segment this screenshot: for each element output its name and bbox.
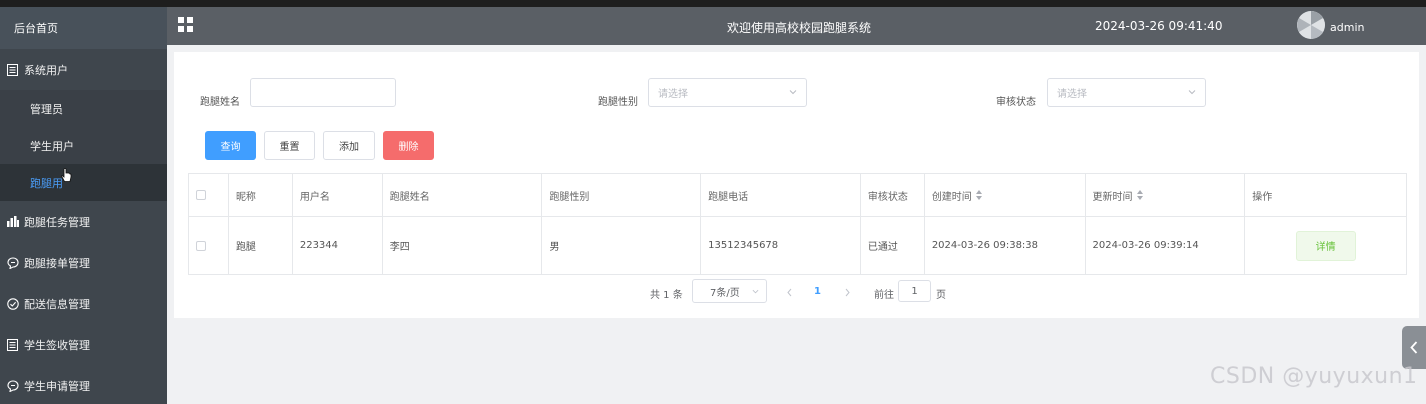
runner-gender-select[interactable]: 请选择 <box>648 78 807 107</box>
cell-username: 223344 <box>293 217 383 274</box>
table-header-row: 昵称 用户名 跑腿姓名 跑腿性别 跑腿电话 审核状态 创建时间 更新时间 操作 <box>189 174 1406 217</box>
chevron-down-icon <box>789 90 797 95</box>
page-size-select[interactable]: 7条/页 <box>692 279 767 303</box>
sidebar-item-home[interactable]: 后台首页 <box>0 7 167 49</box>
sidebar-subitem-label: 跑腿用 <box>30 176 63 190</box>
main-content: 跑腿姓名 跑腿性别 请选择 审核状态 请选择 查询 重置 添加 删除 昵称 用户… <box>167 45 1426 404</box>
bar-chart-icon <box>6 215 19 228</box>
sidebar-item-label: 跑腿任务管理 <box>24 215 90 229</box>
avatar[interactable] <box>1297 11 1325 39</box>
column-header-updated-time[interactable]: 更新时间 <box>1086 174 1246 216</box>
query-button[interactable]: 查询 <box>205 131 256 160</box>
collapse-panel-toggle[interactable] <box>1402 326 1426 369</box>
page-size-value: 7条/页 <box>710 287 740 299</box>
sidebar: 后台首页 系统用户 管理员 学生用户 跑腿用 跑腿任务管理 跑腿接单管理 配送信… <box>0 7 167 404</box>
document-icon <box>6 338 19 351</box>
goto-page-input[interactable]: 1 <box>898 280 931 302</box>
goto-label: 前往 <box>874 290 894 301</box>
username[interactable]: admin <box>1330 21 1364 34</box>
sidebar-subitem-label: 学生用户 <box>30 139 74 153</box>
review-status-select[interactable]: 请选择 <box>1047 78 1206 107</box>
column-header-label: 更新时间 <box>1092 191 1133 203</box>
reset-button[interactable]: 重置 <box>264 131 315 160</box>
grid-menu-icon[interactable] <box>178 17 193 32</box>
sidebar-subitem-admin[interactable]: 管理员 <box>0 90 167 127</box>
runner-name-filter-label: 跑腿姓名 <box>200 97 240 108</box>
cell-runner-gender: 男 <box>542 217 702 274</box>
column-header-runner-phone: 跑腿电话 <box>701 174 861 216</box>
pagination-total: 共 1 条 <box>650 290 683 301</box>
runner-list-card: 跑腿姓名 跑腿性别 请选择 审核状态 请选择 查询 重置 添加 删除 昵称 用户… <box>174 52 1419 318</box>
cell-actions: 详情 <box>1245 217 1406 274</box>
column-header-nickname: 昵称 <box>229 174 293 216</box>
sidebar-home-label: 后台首页 <box>14 22 58 35</box>
select-placeholder: 请选择 <box>1057 89 1087 100</box>
cell-runner-name: 李四 <box>383 217 543 274</box>
select-placeholder: 请选择 <box>658 89 688 100</box>
sidebar-item-label: 学生签收管理 <box>24 338 90 352</box>
cell-nickname: 跑腿 <box>229 217 293 274</box>
select-all-checkbox[interactable] <box>196 190 206 200</box>
column-header-runner-name: 跑腿姓名 <box>383 174 543 216</box>
sidebar-item-label: 系统用户 <box>24 63 68 77</box>
select-all-cell <box>189 174 229 216</box>
row-checkbox[interactable] <box>196 240 206 251</box>
column-header-review-status: 审核状态 <box>861 174 925 216</box>
sort-caret-icon[interactable] <box>1136 190 1144 200</box>
next-page-icon[interactable] <box>844 288 851 297</box>
page-title: 欢迎使用高校校园跑腿系统 <box>727 21 872 35</box>
document-icon <box>6 63 19 76</box>
sidebar-item-order-management[interactable]: 跑腿接单管理 <box>0 242 167 283</box>
sidebar-item-delivery-management[interactable]: 配送信息管理 <box>0 283 167 324</box>
column-header-label: 创建时间 <box>931 191 972 203</box>
top-header: 欢迎使用高校校园跑腿系统 2024-03-26 09:41:40 admin <box>167 7 1426 45</box>
chevron-down-icon <box>752 289 759 294</box>
column-header-runner-gender: 跑腿性别 <box>542 174 702 216</box>
current-datetime: 2024-03-26 09:41:40 <box>1095 19 1223 33</box>
chat-bubble-icon <box>6 256 19 269</box>
window-top-strip <box>0 0 1426 7</box>
cell-runner-phone: 13512345678 <box>701 217 861 274</box>
sidebar-item-label: 配送信息管理 <box>24 297 90 311</box>
chat-bubble-icon <box>6 379 19 392</box>
detail-button[interactable]: 详情 <box>1295 230 1356 261</box>
page-number-current[interactable]: 1 <box>814 286 821 297</box>
check-circle-icon <box>6 297 19 310</box>
mouse-pointer-icon <box>61 168 72 182</box>
sidebar-subitem-runner-users[interactable]: 跑腿用 <box>0 164 167 201</box>
column-header-username: 用户名 <box>293 174 383 216</box>
runner-gender-filter-label: 跑腿性别 <box>598 97 638 108</box>
sidebar-item-label: 跑腿接单管理 <box>24 256 90 270</box>
sidebar-subitem-label: 管理员 <box>30 102 63 116</box>
sidebar-item-signoff-management[interactable]: 学生签收管理 <box>0 324 167 365</box>
watermark-text: CSDN @yuyuxun1 <box>1210 364 1418 389</box>
cell-updated-time: 2024-03-26 09:39:14 <box>1086 217 1246 274</box>
column-header-created-time[interactable]: 创建时间 <box>925 174 1086 216</box>
sidebar-item-system-users[interactable]: 系统用户 <box>0 49 167 90</box>
sidebar-item-application-management[interactable]: 学生申请管理 <box>0 365 167 404</box>
delete-button[interactable]: 删除 <box>383 131 434 160</box>
chevron-down-icon <box>1188 90 1196 95</box>
sidebar-item-task-management[interactable]: 跑腿任务管理 <box>0 201 167 242</box>
sidebar-subitem-student-users[interactable]: 学生用户 <box>0 127 167 164</box>
review-status-filter-label: 审核状态 <box>996 97 1036 108</box>
add-button[interactable]: 添加 <box>323 131 375 160</box>
cell-review-status: 已通过 <box>861 217 925 274</box>
sidebar-item-label: 学生申请管理 <box>24 379 90 393</box>
prev-page-icon[interactable] <box>786 288 793 297</box>
cell-created-time: 2024-03-26 09:38:38 <box>925 217 1086 274</box>
column-header-actions: 操作 <box>1252 191 1273 203</box>
table-row: 跑腿 223344 李四 男 13512345678 已通过 2024-03-2… <box>189 217 1406 274</box>
chevron-left-icon <box>1410 341 1418 354</box>
row-select-cell <box>189 217 229 274</box>
runner-name-input[interactable] <box>250 78 396 107</box>
page-suffix: 页 <box>936 290 946 301</box>
sort-caret-icon[interactable] <box>975 190 983 200</box>
runner-table: 昵称 用户名 跑腿姓名 跑腿性别 跑腿电话 审核状态 创建时间 更新时间 操作 … <box>188 173 1407 275</box>
